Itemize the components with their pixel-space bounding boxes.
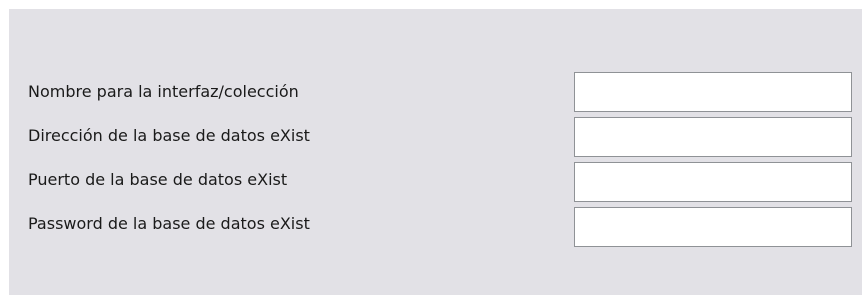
- label-exist-password: Password de la base de datos eXist: [28, 214, 310, 233]
- config-form-panel: Nombre para la interfaz/colección Direcc…: [9, 9, 862, 295]
- label-exist-address: Dirección de la base de datos eXist: [28, 126, 310, 145]
- exist-port-input[interactable]: [574, 162, 852, 202]
- label-exist-port: Puerto de la base de datos eXist: [28, 170, 288, 189]
- label-interface-name: Nombre para la interfaz/colección: [28, 82, 299, 101]
- interface-name-input[interactable]: [574, 72, 852, 112]
- exist-password-input[interactable]: [574, 207, 852, 247]
- exist-address-input[interactable]: [574, 117, 852, 157]
